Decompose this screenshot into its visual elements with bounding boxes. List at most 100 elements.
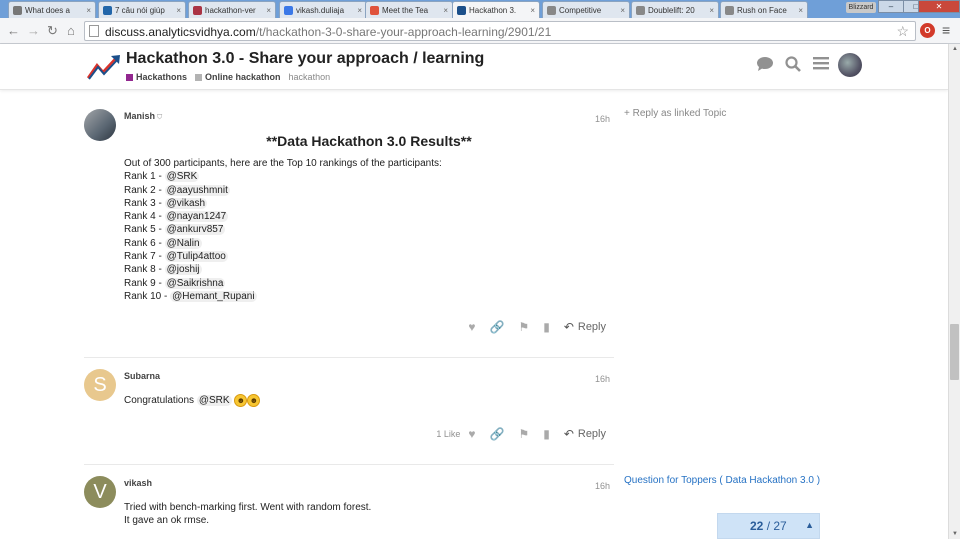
grinning-emoji-icon: ☻: [234, 394, 248, 407]
reply-button[interactable]: ↶ Reply: [564, 427, 606, 441]
flag-icon[interactable]: ⚑: [518, 320, 529, 334]
heart-icon[interactable]: ♥: [468, 427, 475, 441]
tab-label: vikash.duliaja: [296, 5, 345, 15]
rank-row: Rank 2 - @aayushmnit: [124, 184, 614, 197]
rank-row: Rank 5 - @ankurv857: [124, 223, 614, 236]
browser-tab[interactable]: Meet the Tea ×: [365, 1, 453, 18]
user-mention[interactable]: @SRK: [196, 395, 232, 407]
browser-tab[interactable]: What does a ×: [8, 1, 96, 18]
progress-toggle-icon[interactable]: ▲: [805, 520, 814, 530]
post-body: **Data Hackathon 3.0 Results** Out of 30…: [124, 133, 614, 303]
tab-close-icon[interactable]: ×: [266, 6, 271, 15]
post-username[interactable]: Subarna: [124, 371, 160, 381]
search-icon[interactable]: [785, 56, 801, 77]
av-logo-icon: [457, 5, 466, 15]
linked-topic-link[interactable]: Question for Toppers ( Data Hackathon 3.…: [624, 475, 820, 486]
browser-tab[interactable]: vikash.duliaja ×: [279, 1, 367, 18]
bookmark-icon[interactable]: ▮: [543, 320, 550, 334]
post-divider: [84, 464, 614, 465]
browser-user-chip[interactable]: Blizzard: [846, 2, 876, 13]
browser-tab[interactable]: Rush on Face ×: [720, 1, 808, 18]
heart-icon[interactable]: ♥: [468, 320, 475, 334]
post-date[interactable]: 16h: [595, 374, 610, 384]
forward-arrow-icon[interactable]: →: [27, 22, 40, 40]
reply-button[interactable]: ↶ Reply: [564, 320, 606, 334]
rank-label: Rank 4 -: [124, 211, 165, 223]
browser-tab[interactable]: hackathon-ver ×: [188, 1, 276, 18]
rank-label: Rank 6 -: [124, 237, 165, 249]
chat-bubble-icon[interactable]: [756, 56, 774, 77]
address-bar[interactable]: discuss.analyticsvidhya.com/t/hackathon-…: [84, 21, 916, 41]
reload-icon[interactable]: ↻: [47, 22, 58, 40]
post-date[interactable]: 16h: [595, 481, 610, 491]
reply-arrow-icon: ↶: [563, 427, 574, 441]
user-mention[interactable]: @Hemant_Rupani: [170, 290, 257, 302]
bookmark-icon[interactable]: ▮: [543, 427, 550, 441]
minimize-button[interactable]: –: [878, 0, 904, 13]
page-scrollbar[interactable]: ▲ ▼: [948, 44, 960, 539]
site-header: Hackathon 3.0 - Share your approach / le…: [0, 44, 948, 90]
topic-tag[interactable]: hackathon: [289, 72, 331, 82]
post-body: Tried with bench-marking first. Went wit…: [124, 501, 371, 528]
category-hackathons[interactable]: Hackathons: [136, 72, 187, 82]
user-mention[interactable]: @joshij: [164, 264, 202, 276]
user-mention[interactable]: @Tulip4attoo: [164, 251, 228, 263]
tab-close-icon[interactable]: ×: [620, 6, 625, 15]
user-mention[interactable]: @SRK: [164, 171, 200, 183]
browser-tab[interactable]: 7 câu nói giúp ×: [98, 1, 186, 18]
avatar[interactable]: [84, 109, 116, 141]
window-close-button[interactable]: ✕: [918, 0, 960, 13]
avatar[interactable]: V: [84, 476, 116, 508]
extension-icon[interactable]: O: [920, 23, 935, 38]
topic-progress[interactable]: 22 / 27 ▲: [717, 513, 820, 539]
browser-tab[interactable]: Doublelift: 20 ×: [631, 1, 719, 18]
reply-as-linked-topic-link[interactable]: + Reply as linked Topic: [624, 108, 726, 119]
browser-tab[interactable]: Competitive ×: [542, 1, 630, 18]
tab-close-icon[interactable]: ×: [798, 6, 803, 15]
user-mention[interactable]: @ankurv857: [164, 224, 226, 236]
hamburger-menu-icon[interactable]: [813, 56, 829, 75]
tab-close-icon[interactable]: ×: [530, 6, 535, 15]
rank-label: Rank 1 -: [124, 171, 165, 183]
like-count[interactable]: 1 Like: [436, 429, 460, 439]
category-online-hackathon[interactable]: Online hackathon: [205, 72, 281, 82]
progress-separator: /: [763, 519, 774, 533]
home-icon[interactable]: ⌂: [67, 22, 75, 40]
avatar[interactable]: S: [84, 369, 116, 401]
browser-menu-icon[interactable]: ≡: [942, 22, 950, 38]
tab-close-icon[interactable]: ×: [86, 6, 91, 15]
tab-label: Meet the Tea: [382, 5, 429, 15]
reddit-icon: [725, 5, 734, 15]
topic-title[interactable]: Hackathon 3.0 - Share your approach / le…: [126, 50, 484, 68]
post-date[interactable]: 16h: [595, 114, 610, 124]
tab-label: Doublelift: 20: [648, 5, 695, 15]
post-line: Tried with bench-marking first. Went wit…: [124, 502, 372, 513]
moderator-shield-icon: ⛉: [157, 114, 163, 121]
user-mention[interactable]: @vikash: [164, 197, 208, 209]
post-username[interactable]: Manish ⛉: [124, 111, 162, 122]
tab-close-icon[interactable]: ×: [443, 6, 448, 15]
back-arrow-icon[interactable]: ←: [7, 22, 20, 40]
scroll-up-icon[interactable]: ▲: [952, 46, 958, 52]
post-intro: Out of 300 participants, here are the To…: [124, 158, 442, 169]
user-mention[interactable]: @nayan1247: [164, 211, 229, 223]
user-mention[interactable]: @Saikrishna: [164, 277, 226, 289]
username-text: Manish: [124, 111, 156, 121]
tab-close-icon[interactable]: ×: [357, 6, 362, 15]
progress-current: 22: [750, 519, 764, 533]
scroll-down-icon[interactable]: ▼: [952, 531, 958, 537]
browser-tab[interactable]: Hackathon 3. ×: [452, 1, 540, 18]
rank-label: Rank 2 -: [124, 184, 165, 196]
post-username[interactable]: vikash: [124, 478, 152, 488]
user-mention[interactable]: @aayushmnit: [164, 184, 230, 196]
current-user-avatar[interactable]: [838, 53, 862, 77]
link-icon[interactable]: 🔗: [489, 427, 504, 441]
bookmark-star-icon[interactable]: ☆: [896, 23, 909, 40]
site-logo-icon[interactable]: [86, 53, 122, 81]
flag-icon[interactable]: ⚑: [518, 427, 529, 441]
scrollbar-thumb[interactable]: [950, 324, 959, 380]
user-mention[interactable]: @Nalin: [164, 237, 202, 249]
tab-close-icon[interactable]: ×: [709, 6, 714, 15]
link-icon[interactable]: 🔗: [489, 320, 504, 334]
tab-close-icon[interactable]: ×: [176, 6, 181, 15]
